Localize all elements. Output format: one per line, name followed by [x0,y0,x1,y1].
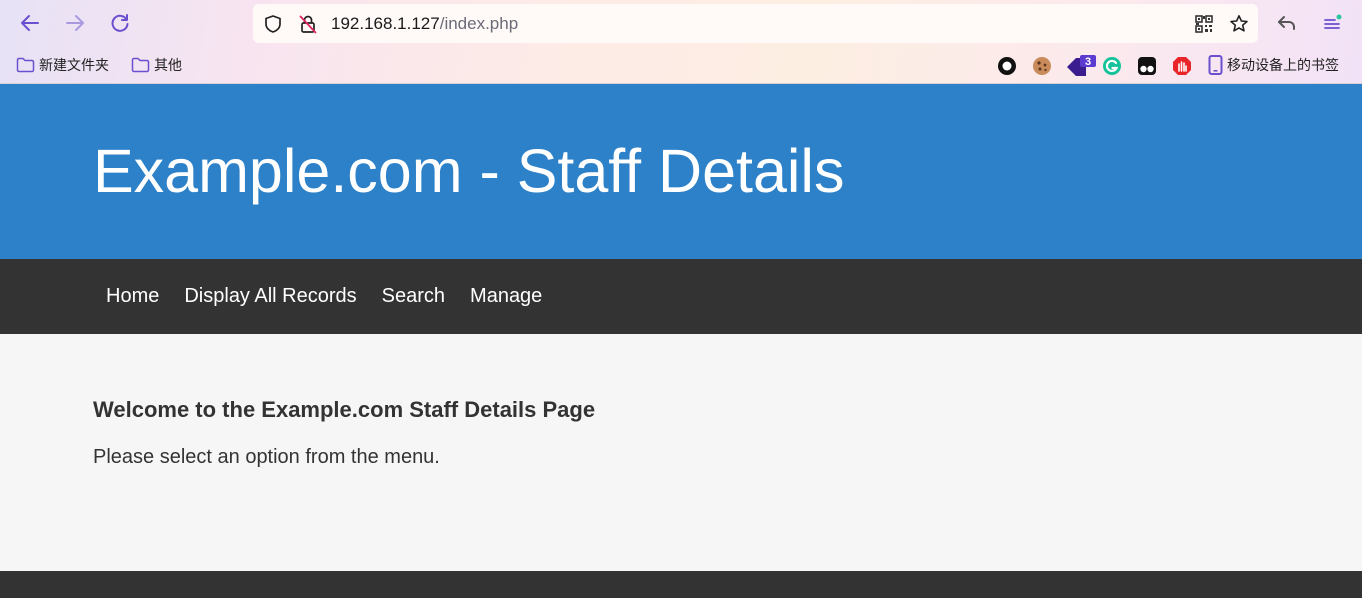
folder-icon [16,57,35,73]
bookmark-label: 新建文件夹 [39,57,109,73]
url-path: /index.php [439,14,519,33]
shield-icon[interactable] [263,14,283,34]
tampermonkey-extension-icon[interactable] [1136,55,1158,77]
star-icon[interactable] [1229,14,1249,34]
undo-icon [1278,16,1295,30]
reload-icon [111,14,129,32]
arrow-right-icon [66,15,84,31]
mobile-bookmarks-label: 移动设备上的书签 [1227,57,1339,73]
browser-chrome: 192.168.1.127/index.php 新建文件夹 其他 3 移动设备上… [0,0,1362,84]
mobile-device-icon [1208,55,1223,75]
grammarly-extension-icon[interactable] [1101,55,1123,77]
menu-icon [1324,14,1342,29]
nav-link-search[interactable]: Search [369,285,457,308]
insecure-lock-icon[interactable] [298,14,318,34]
address-bar[interactable]: 192.168.1.127/index.php [253,4,1258,43]
undo-button[interactable] [1273,9,1301,37]
nav-links: Home Display All Records Search Manage [93,259,555,334]
nav-link-manage[interactable]: Manage [458,285,555,308]
welcome-heading: Welcome to the Example.com Staff Details… [93,397,596,422]
nav-link-display-all-records[interactable]: Display All Records [172,285,369,308]
site-title: Example.com - Staff Details [93,137,845,205]
reload-button[interactable] [106,9,134,37]
cookie-extension-icon[interactable] [1031,55,1053,77]
forward-button[interactable] [61,9,89,37]
bookmark-label: 其他 [154,57,182,73]
bookmark-folder-new[interactable]: 新建文件夹 [16,54,109,76]
site-header: Example.com - Staff Details [0,84,1362,259]
extension-badge: 3 [1085,56,1091,68]
adblock-extension-icon[interactable] [1171,55,1193,77]
nav-link-home[interactable]: Home [93,285,172,308]
folder-icon [131,57,150,73]
tag-extension-icon[interactable]: 3 [1066,55,1098,77]
site-footer [0,571,1362,598]
url-text[interactable]: 192.168.1.127/index.php [331,13,518,35]
back-button[interactable] [16,9,44,37]
intro-text: Please select an option from the menu. [93,446,440,468]
bookmark-folder-other[interactable]: 其他 [131,54,182,76]
arrow-left-icon [21,15,39,31]
url-host: 192.168.1.127 [331,14,440,33]
main-nav: Home Display All Records Search Manage [0,259,1362,334]
menu-button[interactable] [1318,9,1346,37]
main-content: Welcome to the Example.com Staff Details… [93,397,1273,469]
qr-code-icon[interactable] [1194,14,1214,34]
mobile-bookmarks[interactable]: 移动设备上的书签 [1208,54,1339,76]
ring-extension-icon[interactable] [996,55,1018,77]
